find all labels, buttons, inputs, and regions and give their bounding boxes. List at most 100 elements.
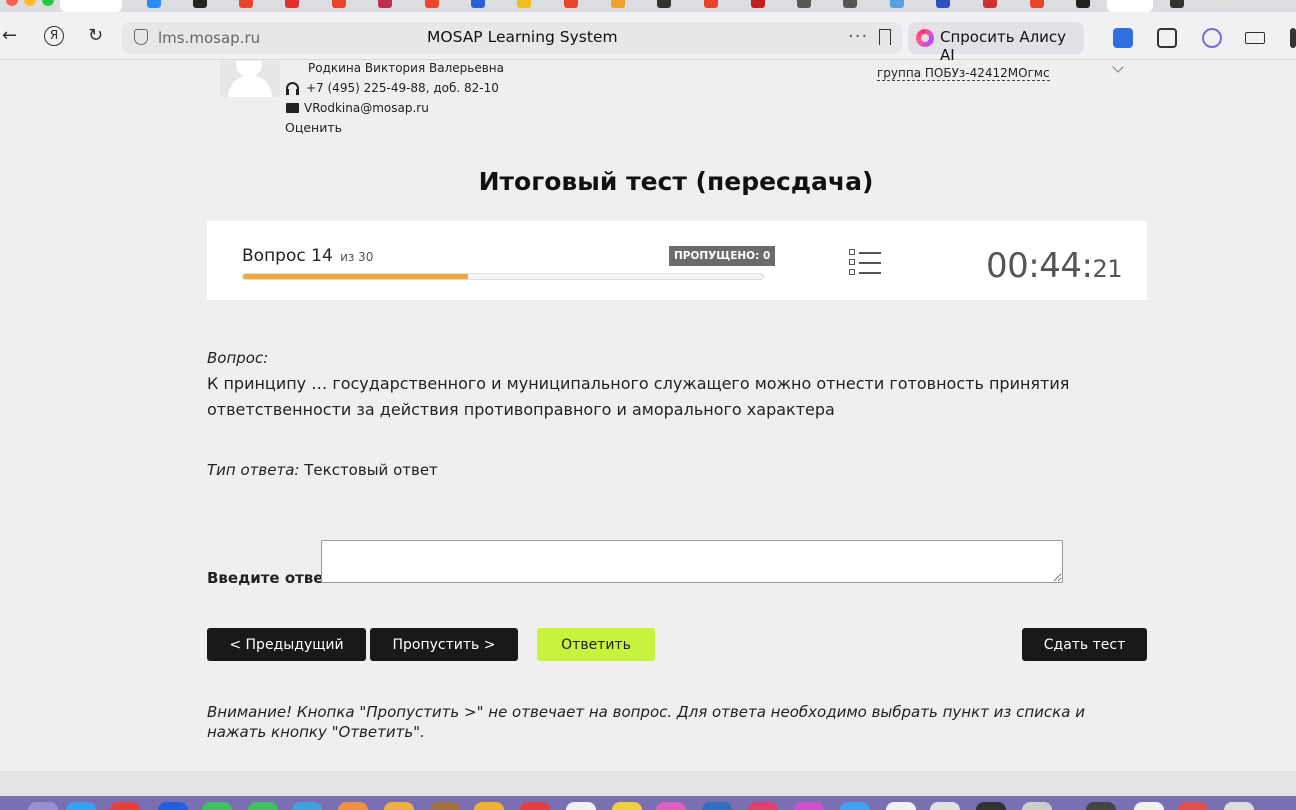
skip-warning: Внимание! Кнопка "Пропустить >" не отвеч… [207,703,1085,741]
extension-icon[interactable] [1113,28,1133,48]
tab-active[interactable] [60,0,122,12]
previous-button[interactable]: < Предыдущий [207,628,366,661]
question-prefix: Вопрос [242,246,306,266]
answer-type-value: Текстовый ответ [304,461,438,479]
tab-icon[interactable] [611,0,625,8]
dock-app-icon[interactable] [1178,802,1208,810]
dock-app-icon[interactable] [656,802,686,810]
macos-dock [0,796,1296,810]
answer-label: Введите ответ: [207,569,339,587]
dock-app-icon[interactable] [110,802,140,810]
tab-icon[interactable] [843,0,857,8]
alice-icon [916,29,934,47]
dock-app-icon[interactable] [930,802,960,810]
skip-button[interactable]: Пропустить > [370,628,518,661]
tab-icon[interactable] [983,0,997,8]
browser-toolbar: ← Я ↻ lms.mosap.ru MOSAP Learning System… [0,12,1296,64]
tab-icon[interactable] [564,0,578,8]
dock-app-icon[interactable] [338,802,368,810]
url-host[interactable]: lms.mosap.ru [158,29,260,47]
extension-icon[interactable] [1290,28,1296,48]
teacher-avatar [220,61,280,97]
tab-icon[interactable] [890,0,904,8]
site-info-icon[interactable] [134,29,148,45]
headset-icon [286,82,299,95]
dock-app-icon[interactable] [292,802,322,810]
minimize-window-icon[interactable] [24,0,36,6]
yandex-icon[interactable]: Я [44,26,64,46]
more-options-icon[interactable]: ··· [848,26,868,47]
dock-app-icon[interactable] [840,802,870,810]
envelope-icon [286,103,299,113]
tab-icon[interactable] [471,0,485,8]
tab-icon[interactable] [657,0,671,8]
dock-app-icon[interactable] [202,802,232,810]
bookmark-icon[interactable] [879,29,891,45]
dock-app-icon[interactable] [248,802,278,810]
skipped-badge: ПРОПУЩЕНО: 0 [669,246,776,266]
dock-app-icon[interactable] [474,802,504,810]
dock-app-icon[interactable] [794,802,824,810]
tab-icon[interactable] [425,0,439,8]
dock-app-icon[interactable] [1086,802,1116,810]
group-selector[interactable]: группа ПОБУз-42412МОгмс [877,66,1050,81]
teacher-name: Родкина Виктория Валерьевна [308,61,504,75]
timer: 00:44:21 [986,246,1122,286]
tab-icon[interactable] [1170,0,1184,8]
tab-icon[interactable] [751,0,765,8]
dock-app-icon[interactable] [1022,802,1052,810]
extension-icon[interactable] [1157,28,1177,48]
dock-app-icon[interactable] [612,802,642,810]
dock-app-icon[interactable] [28,802,58,810]
dock-app-icon[interactable] [1134,802,1164,810]
dock-app-icon[interactable] [66,802,96,810]
dock-app-icon[interactable] [430,802,460,810]
tab-icon[interactable] [147,0,161,8]
dock-app-icon[interactable] [702,802,732,810]
answer-type-caption: Тип ответа: [207,461,300,479]
battery-icon[interactable] [1245,32,1265,44]
chevron-down-icon[interactable] [1112,61,1124,73]
address-bar[interactable]: lms.mosap.ru MOSAP Learning System ··· [122,22,902,54]
question-text: К принципу … государственного и муниципа… [207,374,1070,419]
answer-button[interactable]: Ответить [537,628,655,661]
tab-icon[interactable] [193,0,207,8]
dock-app-icon[interactable] [748,802,778,810]
answer-type: Тип ответа: Текстовый ответ [207,461,438,479]
maximize-window-icon[interactable] [42,0,54,6]
tab-icon[interactable] [239,0,253,8]
question-list-icon[interactable] [849,249,881,277]
dock-app-icon[interactable] [384,802,414,810]
answer-input[interactable] [321,540,1063,583]
dock-app-icon[interactable] [158,802,188,810]
tab-icon[interactable] [936,0,950,8]
dock-app-icon[interactable] [976,802,1006,810]
tab-icon[interactable] [1030,0,1044,8]
tab-icon[interactable] [704,0,718,8]
rate-link[interactable]: Оценить [285,120,342,135]
dock-app-icon[interactable] [520,802,550,810]
test-title: Итоговый тест (пересдача) [478,167,874,196]
close-window-icon[interactable] [6,0,18,6]
tab-icon[interactable] [378,0,392,8]
tab-icon[interactable] [797,0,811,8]
dock-app-icon[interactable] [886,802,916,810]
back-icon[interactable]: ← [2,26,17,46]
page-title-in-address-bar[interactable]: MOSAP Learning System [427,28,618,46]
progress-bar [242,273,764,280]
tab-icon[interactable] [285,0,299,8]
tab-icon[interactable] [1076,0,1090,8]
tab-current[interactable] [1107,0,1153,12]
question-total: из 30 [340,250,374,264]
dock-app-icon[interactable] [1224,802,1254,810]
dock-app-icon[interactable] [566,802,596,810]
browser-tab-strip [0,0,1296,12]
tab-icon[interactable] [332,0,346,8]
extension-icon[interactable] [1202,28,1222,48]
reload-icon[interactable]: ↻ [88,26,103,46]
ask-alice-button[interactable]: Спросить Алису AI [908,22,1084,64]
submit-test-button[interactable]: Сдать тест [1022,628,1147,661]
tab-icon[interactable] [517,0,531,8]
teacher-email[interactable]: VRodkina@mosap.ru [304,101,429,115]
new-tab-icon[interactable] [1210,0,1224,8]
